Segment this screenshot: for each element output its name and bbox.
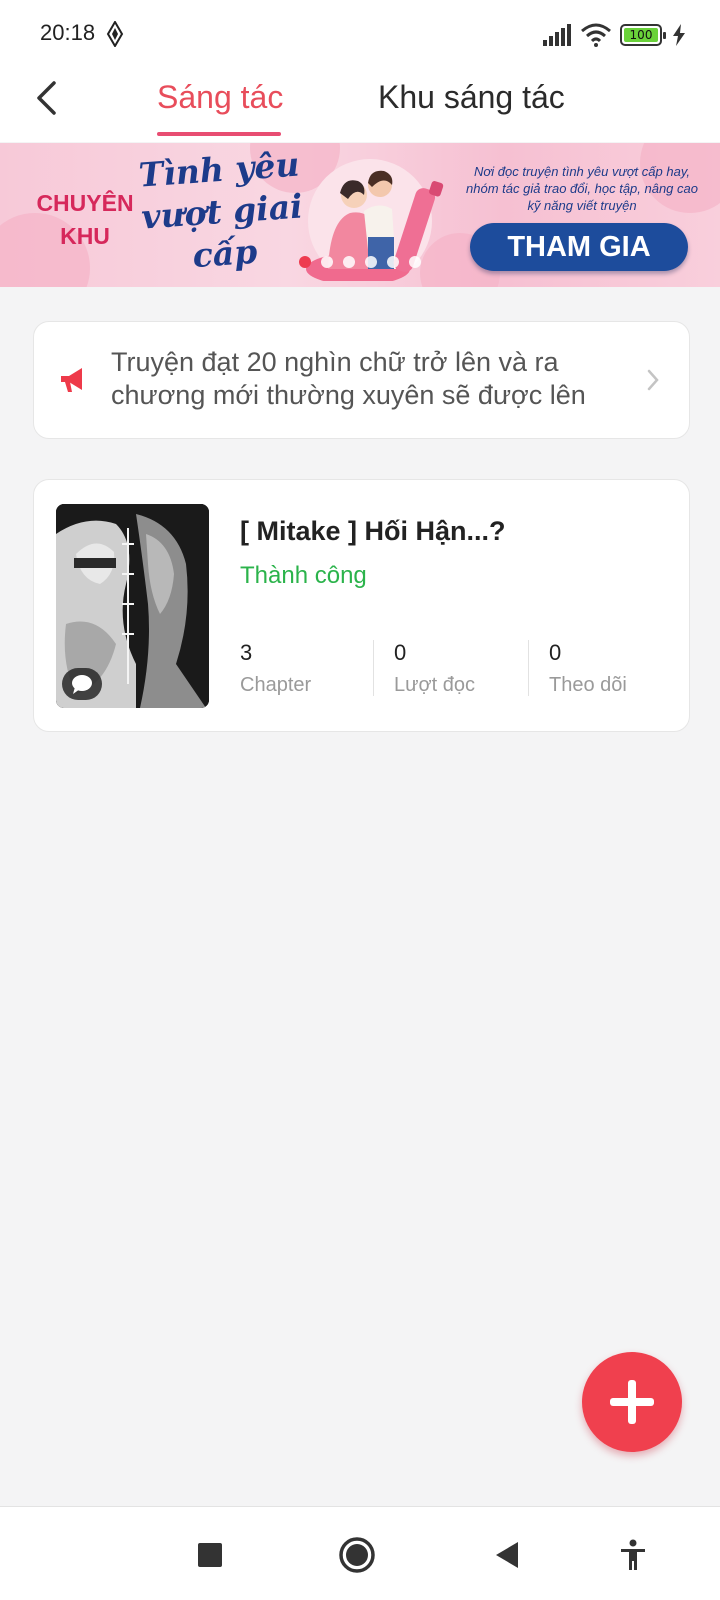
battery-icon: 100 — [620, 24, 666, 46]
stat-views: 0 Lượt đọc — [394, 640, 475, 696]
accessibility-icon — [621, 1539, 645, 1570]
banner-prefix: CHUYÊN KHU — [36, 190, 134, 249]
pagination-dot[interactable] — [299, 256, 311, 268]
tab-khu-sang-tac[interactable]: Khu sáng tác — [378, 78, 565, 118]
battery-level: 100 — [624, 28, 658, 42]
megaphone-icon — [61, 368, 82, 392]
signal-icon — [543, 24, 571, 46]
chevron-left-icon — [37, 81, 56, 115]
story-status: Thành công — [240, 562, 367, 589]
back-button[interactable] — [24, 76, 68, 120]
pagination-dot[interactable] — [409, 256, 421, 268]
home-circle-icon — [339, 1537, 375, 1573]
notice-card[interactable]: Truyện đạt 20 nghìn chữ trở lên và ra ch… — [33, 321, 690, 439]
add-story-button[interactable] — [582, 1352, 682, 1452]
stat-followers: 0 Theo dõi — [549, 640, 627, 696]
stat-divider — [373, 640, 374, 696]
story-card[interactable]: [ Mitake ] Hối Hận...? Thành công 3 Chap… — [33, 479, 690, 732]
story-cover[interactable] — [56, 504, 209, 708]
back-triangle-icon — [496, 1542, 518, 1568]
stat-chapter: 3 Chapter — [240, 640, 311, 696]
stat-divider — [528, 640, 529, 696]
banner-description: Nơi đọc truyện tình yêu vượt cấp hay, nh… — [466, 164, 698, 213]
square-icon — [198, 1543, 222, 1567]
navigation-diamond-icon — [106, 21, 124, 47]
notice-text: Truyện đạt 20 nghìn chữ trở lên và ra ch… — [111, 347, 586, 410]
stat-label: Chapter — [240, 674, 312, 696]
stat-value: 3 — [240, 640, 253, 665]
wifi-icon — [581, 23, 611, 47]
charging-icon — [673, 24, 685, 46]
pagination-dot[interactable] — [343, 256, 355, 268]
accessibility-button[interactable] — [613, 1535, 653, 1575]
banner-pagination — [299, 256, 429, 268]
stat-label: Lượt đọc — [394, 674, 475, 696]
recents-button[interactable] — [190, 1535, 230, 1575]
pagination-dot[interactable] — [365, 256, 377, 268]
back-nav-button[interactable] — [487, 1535, 527, 1575]
home-button[interactable] — [337, 1535, 377, 1575]
system-nav-bar — [0, 1506, 720, 1600]
comment-icon — [72, 675, 92, 694]
pagination-dot[interactable] — [387, 256, 399, 268]
pagination-dot[interactable] — [321, 256, 333, 268]
banner-title: Tình yêu vượt giai cấp — [137, 144, 304, 276]
chevron-right-icon — [647, 369, 659, 391]
status-time: 20:18 — [40, 20, 96, 45]
stat-value: 0 — [549, 640, 562, 665]
story-title: [ Mitake ] Hối Hận...? — [240, 516, 506, 546]
status-bar: 20:18 100 — [0, 0, 720, 66]
plus-icon — [610, 1380, 654, 1424]
comment-badge — [62, 668, 102, 700]
stat-label: Theo dõi — [549, 674, 627, 696]
join-button[interactable]: THAM GIA — [470, 223, 688, 271]
stat-value: 0 — [394, 640, 407, 665]
tab-sang-tac[interactable]: Sáng tác — [157, 78, 283, 118]
header: Sáng tác Khu sáng tác — [0, 66, 720, 142]
tab-active-indicator — [157, 132, 281, 136]
